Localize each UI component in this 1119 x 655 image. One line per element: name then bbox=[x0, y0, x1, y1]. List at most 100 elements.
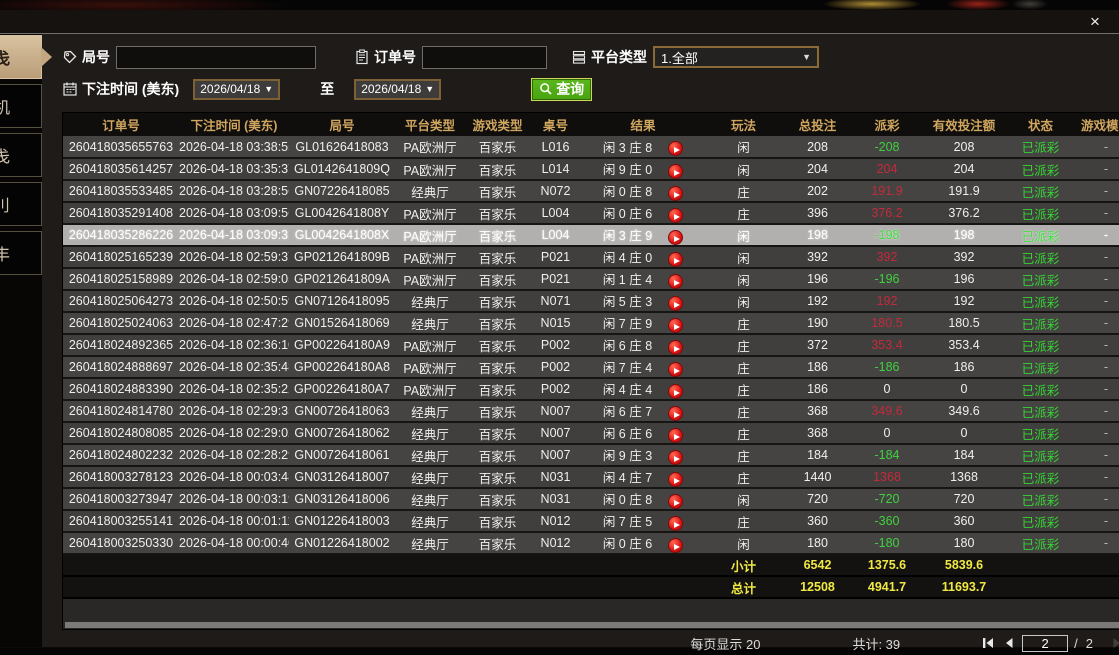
payout: 192 bbox=[853, 290, 921, 312]
replay-icon[interactable] bbox=[668, 274, 683, 289]
table-row[interactable]: 2604180250240632026-04-18 02:47:29GN0152… bbox=[63, 312, 1119, 334]
col-result: 结果 bbox=[581, 113, 705, 136]
order-no: 260418035286226 bbox=[63, 224, 179, 246]
table-no: N072 bbox=[530, 180, 581, 202]
replay-icon[interactable] bbox=[668, 252, 683, 267]
sidebar-item-5[interactable]: 丰 bbox=[0, 231, 42, 275]
replay-icon[interactable] bbox=[668, 186, 683, 201]
sidebar-item-4[interactable]: 刂 bbox=[0, 182, 42, 226]
sidebar: 戋 机 戋 刂 丰 bbox=[0, 34, 42, 647]
result-text: 闲 7 庄 5 bbox=[603, 515, 652, 529]
table-row[interactable]: 2604180248022322026-04-18 02:28:29GN0072… bbox=[63, 444, 1119, 466]
table-row[interactable]: 2604180251652392026-04-18 02:59:37GP0212… bbox=[63, 246, 1119, 268]
total-bet: 392 bbox=[782, 246, 853, 268]
result-text: 闲 4 庄 0 bbox=[603, 251, 652, 265]
replay-icon[interactable] bbox=[668, 428, 683, 443]
round-no: GN07126418095 bbox=[289, 290, 395, 312]
table-row[interactable]: 2604180352914082026-04-18 03:09:56GL0042… bbox=[63, 202, 1119, 224]
status: 已派彩 bbox=[1007, 158, 1074, 180]
status: 已派彩 bbox=[1007, 246, 1074, 268]
replay-icon[interactable] bbox=[668, 296, 683, 311]
replay-icon[interactable] bbox=[668, 450, 683, 465]
platform: PA欧洲厅 bbox=[395, 356, 465, 378]
table-row[interactable]: 2604180356557632026-04-18 03:38:55GL0162… bbox=[63, 136, 1119, 158]
table-row[interactable]: 2604180356142572026-04-18 03:35:37GL0142… bbox=[63, 158, 1119, 180]
sidebar-item-3[interactable]: 戋 bbox=[0, 133, 42, 177]
table-row[interactable]: 2604180248833902026-04-18 02:35:22GP0022… bbox=[63, 378, 1119, 400]
total-bet: 1440 bbox=[782, 466, 853, 488]
order-no: 260418035614257 bbox=[63, 158, 179, 180]
round-no-input[interactable] bbox=[116, 46, 316, 69]
next-page-icon[interactable] bbox=[1107, 635, 1119, 651]
game-mode: - bbox=[1074, 334, 1119, 356]
table-row[interactable]: 2604180032739472026-04-18 00:03:19GN0312… bbox=[63, 488, 1119, 510]
sidebar-item-1[interactable]: 戋 bbox=[0, 35, 42, 79]
round-no: GL01626418083 bbox=[289, 136, 395, 158]
sidebar-item-label: 机 bbox=[0, 94, 41, 118]
close-icon[interactable]: × bbox=[1084, 11, 1106, 33]
status: 已派彩 bbox=[1007, 312, 1074, 334]
game-type: 百家乐 bbox=[465, 400, 530, 422]
table-row[interactable]: 2604180032551412026-04-18 00:01:11GN0122… bbox=[63, 510, 1119, 532]
date-from-picker[interactable]: 2026/04/18 ▼ bbox=[193, 79, 280, 100]
status: 已派彩 bbox=[1007, 378, 1074, 400]
payout: -208 bbox=[853, 136, 921, 158]
date-to-picker[interactable]: 2026/04/18 ▼ bbox=[354, 79, 441, 100]
table-no: N007 bbox=[530, 400, 581, 422]
replay-icon[interactable] bbox=[668, 516, 683, 531]
round-no: GP0212641809B bbox=[289, 246, 395, 268]
replay-icon[interactable] bbox=[668, 164, 683, 179]
table-row[interactable]: 2604180248886972026-04-18 02:35:48GP0022… bbox=[63, 356, 1119, 378]
replay-icon[interactable] bbox=[668, 318, 683, 333]
valid-bet: 360 bbox=[921, 510, 1007, 532]
platform: 经典厅 bbox=[395, 444, 465, 466]
table-row[interactable]: 2604180032781232026-04-18 00:03:48GN0312… bbox=[63, 466, 1119, 488]
prev-page-icon[interactable] bbox=[998, 635, 1018, 651]
game-mode: - bbox=[1074, 444, 1119, 466]
replay-icon[interactable] bbox=[668, 406, 683, 421]
query-button[interactable]: 查询 bbox=[531, 78, 592, 101]
replay-icon[interactable] bbox=[668, 538, 683, 553]
total-bet: 196 bbox=[782, 268, 853, 290]
date-from-value: 2026/04/18 bbox=[200, 82, 260, 96]
table-row[interactable]: 2604180251589892026-04-18 02:59:05GP0212… bbox=[63, 268, 1119, 290]
bet-time: 2026-04-18 03:38:55 bbox=[179, 136, 289, 158]
page-number-input[interactable] bbox=[1022, 635, 1068, 652]
game-type: 百家乐 bbox=[465, 532, 530, 554]
round-no: GP002264180A9 bbox=[289, 334, 395, 356]
table-no: P021 bbox=[530, 246, 581, 268]
valid-bet: 349.6 bbox=[921, 400, 1007, 422]
table-row[interactable]: 2604180248147802026-04-18 02:29:35GN0072… bbox=[63, 400, 1119, 422]
result-cell: 闲 1 庄 4 bbox=[581, 268, 705, 290]
total-row-bet: 12508 bbox=[782, 576, 853, 598]
order-no-input[interactable] bbox=[422, 46, 547, 69]
payout: -720 bbox=[853, 488, 921, 510]
col-game-mode: 游戏模式 bbox=[1074, 113, 1119, 136]
replay-icon[interactable] bbox=[668, 208, 683, 223]
order-no: 260418035655763 bbox=[63, 136, 179, 158]
platform-type-select[interactable]: 1.全部 ▼ bbox=[653, 46, 819, 68]
table-no: P002 bbox=[530, 378, 581, 400]
table-row[interactable]: 2604180032503302026-04-18 00:00:40GN0122… bbox=[63, 532, 1119, 554]
table-row[interactable]: 2604180355334852026-04-18 03:28:56GN0722… bbox=[63, 180, 1119, 202]
horizontal-scrollbar[interactable] bbox=[63, 621, 1119, 629]
replay-icon[interactable] bbox=[668, 384, 683, 399]
table-row[interactable]: 2604180352862262026-04-18 03:09:31GL0042… bbox=[63, 224, 1119, 246]
replay-icon[interactable] bbox=[668, 472, 683, 487]
replay-icon[interactable] bbox=[668, 494, 683, 509]
sidebar-item-label: 丰 bbox=[0, 241, 41, 265]
table-row[interactable]: 2604180250642732026-04-18 02:50:59GN0712… bbox=[63, 290, 1119, 312]
replay-icon[interactable] bbox=[668, 362, 683, 377]
table-row[interactable]: 2604180248923652026-04-18 02:36:10GP0022… bbox=[63, 334, 1119, 356]
bet-time: 2026-04-18 02:50:59 bbox=[179, 290, 289, 312]
payout: 204 bbox=[853, 158, 921, 180]
replay-icon[interactable] bbox=[668, 230, 683, 245]
table-header-row: 订单号 下注时间 (美东) 局号 平台类型 游戏类型 桌号 结果 玩法 总投注 … bbox=[63, 113, 1119, 136]
total-bet: 372 bbox=[782, 334, 853, 356]
game-mode: - bbox=[1074, 136, 1119, 158]
replay-icon[interactable] bbox=[668, 141, 683, 156]
sidebar-item-2[interactable]: 机 bbox=[0, 84, 42, 128]
first-page-icon[interactable] bbox=[978, 635, 998, 651]
replay-icon[interactable] bbox=[668, 340, 683, 355]
table-row[interactable]: 2604180248080852026-04-18 02:29:02GN0072… bbox=[63, 422, 1119, 444]
